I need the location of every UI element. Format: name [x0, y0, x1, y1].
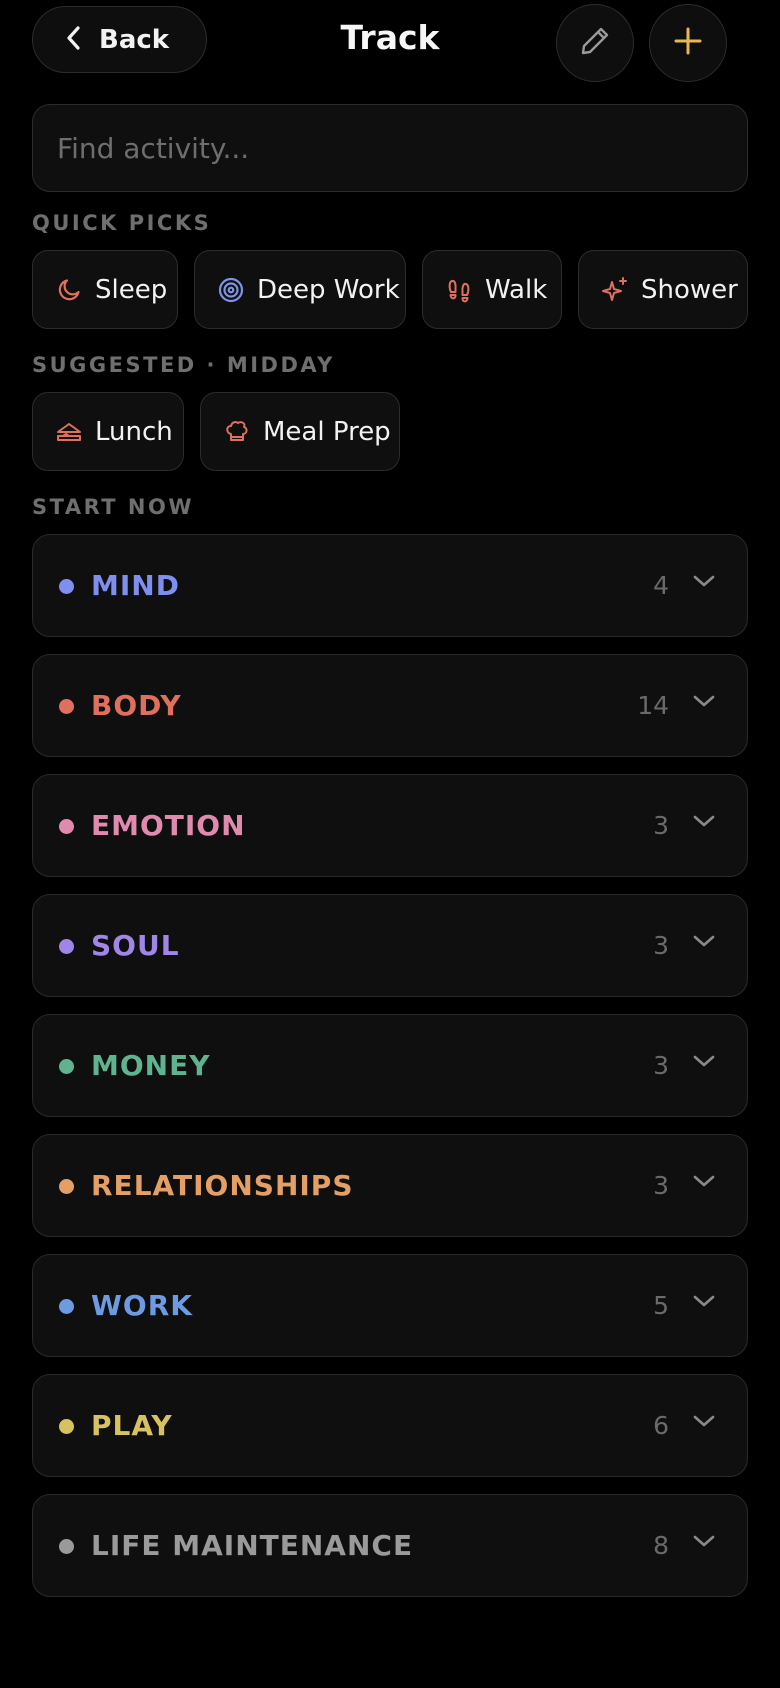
pencil-icon [578, 24, 612, 62]
category-dot [59, 1539, 74, 1554]
quick-pick-walk[interactable]: Walk [422, 250, 562, 329]
category-relationships[interactable]: RELATIONSHIPS 3 [32, 1134, 748, 1237]
category-dot [59, 1299, 74, 1314]
category-count: 5 [653, 1291, 669, 1320]
chip-label: Deep Work [257, 274, 400, 305]
chevron-down-icon[interactable] [691, 1411, 717, 1431]
sparkles-icon [601, 276, 629, 304]
category-play[interactable]: PLAY 6 [32, 1374, 748, 1477]
target-icon [217, 276, 245, 304]
category-count: 4 [653, 571, 669, 600]
category-list: MIND 4 BODY 14 EMOTION 3 SOUL 3 MONEY 3 RELATIONSH… [32, 534, 748, 1614]
search-input[interactable] [32, 104, 748, 192]
quick-picks-row: Sleep Deep Work Walk Shower [32, 250, 748, 329]
add-button[interactable] [649, 4, 727, 82]
chevron-down-icon[interactable] [691, 1531, 717, 1551]
category-dot [59, 1419, 74, 1434]
category-count: 6 [653, 1411, 669, 1440]
quick-picks-label: QUICK PICKS [32, 211, 212, 235]
category-name: LIFE MAINTENANCE [91, 1529, 414, 1562]
quick-pick-sleep[interactable]: Sleep [32, 250, 178, 329]
sandwich-icon [55, 418, 83, 446]
category-name: RELATIONSHIPS [91, 1169, 354, 1202]
chevron-down-icon[interactable] [691, 1171, 717, 1191]
category-name: PLAY [91, 1409, 173, 1442]
category-mind[interactable]: MIND 4 [32, 534, 748, 637]
category-life-maintenance[interactable]: LIFE MAINTENANCE 8 [32, 1494, 748, 1597]
plus-icon [673, 26, 703, 60]
category-name: EMOTION [91, 809, 246, 842]
category-count: 3 [653, 1051, 669, 1080]
category-count: 3 [653, 931, 669, 960]
category-name: MIND [91, 569, 180, 602]
category-dot [59, 699, 74, 714]
chef-hat-icon [223, 418, 251, 446]
quick-pick-deep-work[interactable]: Deep Work [194, 250, 406, 329]
category-name: WORK [91, 1289, 193, 1322]
chevron-down-icon[interactable] [691, 1291, 717, 1311]
chevron-down-icon[interactable] [691, 931, 717, 951]
quick-pick-shower[interactable]: Shower [578, 250, 748, 329]
header: Back Track [0, 0, 780, 90]
category-dot [59, 579, 74, 594]
chip-label: Walk [485, 274, 548, 305]
start-now-label: START NOW [32, 495, 195, 519]
chip-label: Shower [641, 274, 738, 305]
category-name: BODY [91, 689, 182, 722]
category-count: 8 [653, 1531, 669, 1560]
category-work[interactable]: WORK 5 [32, 1254, 748, 1357]
chip-label: Sleep [95, 274, 168, 305]
suggested-lunch[interactable]: Lunch [32, 392, 184, 471]
suggested-row: Lunch Meal Prep [32, 392, 400, 471]
category-name: MONEY [91, 1049, 211, 1082]
category-dot [59, 819, 74, 834]
category-soul[interactable]: SOUL 3 [32, 894, 748, 997]
suggested-meal-prep[interactable]: Meal Prep [200, 392, 400, 471]
category-body[interactable]: BODY 14 [32, 654, 748, 757]
moon-icon [55, 276, 83, 304]
category-dot [59, 939, 74, 954]
category-name: SOUL [91, 929, 180, 962]
footprints-icon [445, 276, 473, 304]
chevron-down-icon[interactable] [691, 1051, 717, 1071]
category-dot [59, 1059, 74, 1074]
chevron-down-icon[interactable] [691, 571, 717, 591]
category-money[interactable]: MONEY 3 [32, 1014, 748, 1117]
category-count: 3 [653, 811, 669, 840]
category-count: 14 [637, 691, 669, 720]
chevron-down-icon[interactable] [691, 691, 717, 711]
chip-label: Meal Prep [263, 416, 391, 447]
category-dot [59, 1179, 74, 1194]
chip-label: Lunch [95, 416, 173, 447]
category-count: 3 [653, 1171, 669, 1200]
edit-button[interactable] [556, 4, 634, 82]
chevron-down-icon[interactable] [691, 811, 717, 831]
suggested-label: SUGGESTED · MIDDAY [32, 353, 335, 377]
category-emotion[interactable]: EMOTION 3 [32, 774, 748, 877]
